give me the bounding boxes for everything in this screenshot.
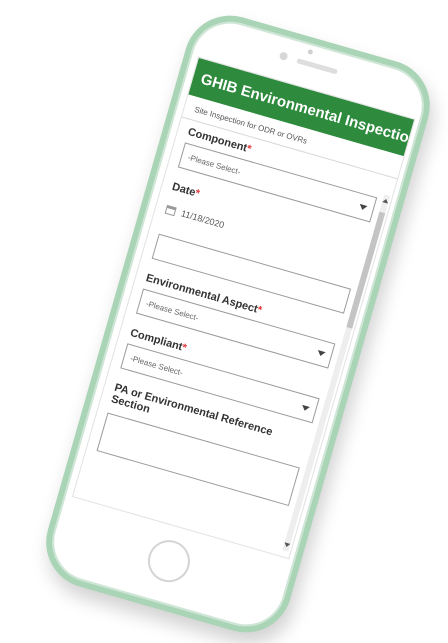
scroll-down-arrow-icon[interactable] — [283, 542, 291, 548]
speaker-grille — [296, 58, 338, 75]
camera-dot — [307, 48, 314, 55]
component-select-value: -Please Select- — [186, 152, 242, 177]
chevron-down-icon — [358, 203, 368, 211]
chevron-down-icon — [300, 404, 310, 412]
home-button[interactable] — [142, 535, 195, 588]
calendar-icon — [164, 204, 177, 216]
phone-mockup: GHIB Environmental Inspection Site Inspe… — [35, 4, 441, 643]
compliant-value: -Please Select- — [129, 353, 184, 377]
environmental-aspect-value: -Please Select- — [145, 298, 200, 323]
stage: GHIB Environmental Inspection Site Inspe… — [0, 0, 448, 643]
scroll-up-arrow-icon[interactable] — [382, 198, 390, 204]
chevron-down-icon — [316, 350, 326, 358]
front-sensor — [278, 51, 289, 62]
date-value: 11/18/2020 — [179, 208, 226, 231]
app-screen: GHIB Environmental Inspection Site Inspe… — [71, 56, 416, 560]
